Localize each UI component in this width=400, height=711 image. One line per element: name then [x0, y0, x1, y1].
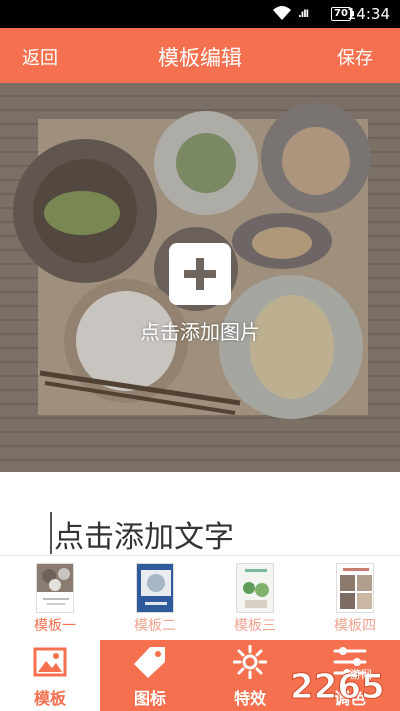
add-text-placeholder[interactable]: 点击添加文字 — [54, 512, 234, 556]
template-label: 模板一 — [34, 618, 76, 634]
template-item-1[interactable]: 模板一 — [15, 563, 95, 635]
sparkle-icon — [233, 645, 267, 679]
add-image-button[interactable]: 点击添加图片 — [0, 243, 400, 345]
status-bar: .ıll 70 14:34 — [0, 0, 400, 28]
tab-label: 模板 — [33, 689, 66, 708]
tab-effects[interactable]: 特效 — [200, 640, 300, 711]
template-item-2[interactable]: 模板二 — [115, 563, 195, 635]
plus-icon — [169, 243, 231, 305]
tab-icons[interactable]: 图标 — [100, 640, 200, 711]
image-canvas[interactable]: 点击添加图片 — [0, 83, 400, 472]
template-thumbnail — [136, 563, 174, 613]
template-thumbnail — [36, 563, 74, 613]
template-label: 模板三 — [234, 618, 276, 634]
top-app-bar: 返回 模板编辑 保存 — [0, 28, 400, 83]
template-label: 模板四 — [334, 618, 376, 634]
text-input-area[interactable]: 点击添加文字 — [0, 472, 400, 556]
image-icon — [33, 647, 67, 677]
add-image-label: 点击添加图片 — [140, 320, 260, 344]
template-item-3[interactable]: 模板三 — [215, 563, 295, 635]
wifi-icon — [273, 6, 291, 20]
template-strip: 模板一 模板二 模板三 模板四 — [0, 555, 400, 640]
status-time: 14:34 — [346, 5, 390, 23]
signal-icon: .ıll — [298, 9, 309, 20]
tab-label: 特效 — [233, 689, 266, 708]
tab-color[interactable]: 调色 — [300, 640, 400, 711]
template-thumbnail — [336, 563, 374, 613]
template-label: 模板二 — [134, 618, 176, 634]
tab-template[interactable]: 模板 — [0, 640, 100, 711]
text-cursor — [50, 512, 52, 554]
sliders-icon — [333, 647, 367, 677]
tag-icon — [134, 647, 165, 678]
bottom-tab-bar: 模板 图标 特效 调色 — [0, 640, 400, 711]
tab-label: 调色 — [333, 689, 366, 708]
template-item-4[interactable]: 模板四 — [315, 563, 395, 635]
template-thumbnail — [236, 563, 274, 613]
tab-label: 图标 — [133, 689, 166, 708]
save-button[interactable]: 保存 — [337, 44, 373, 70]
